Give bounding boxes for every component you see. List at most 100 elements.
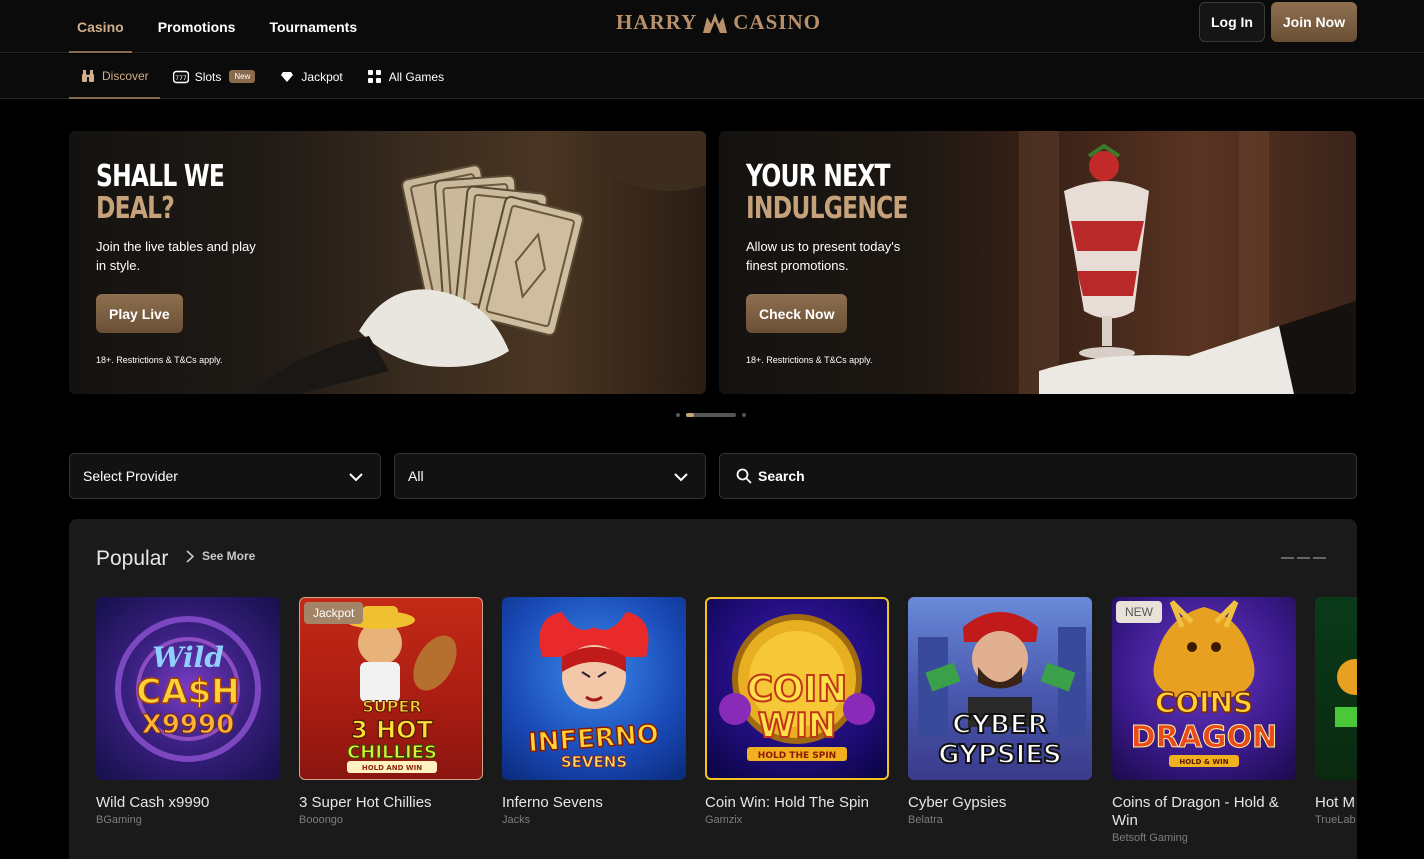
banner-terms: 18+. Restrictions & T&Cs apply. [746,355,873,365]
check-now-button[interactable]: Check Now [746,294,848,333]
search-icon [736,468,752,484]
game-title[interactable]: Coins of Dragon - Hold & Win [1112,794,1296,830]
game-title[interactable]: Coin Win: Hold The Spin [705,794,889,812]
svg-text:CYBER: CYBER [952,710,1048,740]
svg-text:SEVENS: SEVENS [561,753,627,771]
crown-crest-icon [703,13,728,33]
game-card[interactable]: Wild CA$H X9990 Wild Cash x9990 BGaming [96,597,280,826]
play-live-button[interactable]: Play Live [96,294,183,333]
game-art: COIN WIN HOLD THE SPIN [719,614,875,761]
game-provider: Booongo [299,814,344,826]
game-card[interactable]: Hot M TrueLab [1315,597,1357,826]
game-thumbnail[interactable]: SUPER 3 HOT CHILLIES HOLD AND WIN Jackpo… [299,597,483,780]
game-title[interactable]: Inferno Sevens [502,794,686,812]
banner-title-line1: SHALL WE [96,159,225,194]
game-thumbnail[interactable] [1315,597,1357,780]
game-title[interactable]: Wild Cash x9990 [96,794,280,812]
svg-text:Wild: Wild [152,641,224,674]
subnav-discover[interactable]: Discover [69,54,160,99]
game-art: Wild CA$H X9990 [115,616,261,762]
svg-text:HOLD AND WIN: HOLD AND WIN [362,764,422,772]
jackpot-badge: Jackpot [304,602,364,624]
svg-text:HOLD & WIN: HOLD & WIN [1179,758,1228,766]
carousel-pager[interactable] [1281,557,1329,559]
banner-title: YOUR NEXT INDULGENCE [746,161,909,226]
game-card[interactable]: CYBER GYPSIES Cyber Gypsies Belatra [908,597,1092,826]
game-provider: Jacks [502,814,531,826]
subnav-jackpot[interactable]: Jackpot [268,54,353,99]
slot-machine-icon: 777 [172,69,189,85]
game-thumbnail[interactable]: COINS DRAGON HOLD & WIN NEW [1112,597,1296,780]
login-button[interactable]: Log In [1199,2,1265,42]
game-provider: Betsoft Gaming [1112,832,1188,844]
subnav-all-games[interactable]: All Games [356,54,455,99]
banner-title-line2: INDULGENCE [746,191,909,226]
join-now-button[interactable]: Join Now [1271,2,1357,42]
grid-icon [367,69,383,85]
live-casino-banner[interactable]: SHALL WE DEAL? Join the live tables and … [69,131,706,394]
game-thumbnail[interactable]: INFERNO SEVENS [502,597,686,780]
binoculars-icon [80,68,96,84]
game-thumbnail[interactable]: COIN WIN HOLD THE SPIN [705,597,889,780]
game-card[interactable]: COIN WIN HOLD THE SPIN Coin Win: Hold Th… [705,597,889,826]
game-thumbnail[interactable]: Wild CA$H X9990 [96,597,280,780]
carousel-dot[interactable] [676,413,680,417]
game-card[interactable]: INFERNO SEVENS Inferno Sevens Jacks [502,597,686,826]
svg-text:CHILLIES: CHILLIES [347,742,437,763]
banner-description: Allow us to present today's finest promo… [746,239,901,273]
game-carousel: Wild CA$H X9990 Wild Cash x9990 BGaming … [96,597,1357,859]
carousel-indicator [676,413,752,417]
banner-description: Join the live tables and play in style. [96,239,256,273]
subnav-label: All Games [388,69,445,84]
brand-logo[interactable]: HARRY CASINO [616,9,821,35]
game-art: SUPER 3 HOT CHILLIES HOLD AND WIN [345,606,457,773]
popular-section: Popular See More Wild CA$H X9990 Wild Ca… [69,519,1357,859]
svg-text:WIN: WIN [758,706,837,746]
main-nav: Casino Promotions Tournaments [69,0,383,53]
game-title[interactable]: 3 Super Hot Chillies [299,794,483,812]
subnav-label: Discover [102,68,149,83]
game-art [1335,659,1357,727]
search-placeholder: Search [758,468,805,484]
game-art: INFERNO SEVENS [526,612,661,771]
banner-title-line2: DEAL? [96,191,175,226]
svg-text:CA$H: CA$H [136,672,239,712]
game-thumbnail[interactable]: CYBER GYPSIES [908,597,1092,780]
chevron-right-icon [186,549,194,563]
svg-text:COIN: COIN [747,669,848,710]
see-more-link[interactable]: See More [186,549,255,563]
category-select[interactable]: All [394,453,706,499]
top-navbar: Casino Promotions Tournaments HARRY CASI… [0,0,1424,53]
nav-casino[interactable]: Casino [69,0,132,53]
banner-terms: 18+. Restrictions & T&Cs apply. [96,355,223,365]
game-title[interactable]: Cyber Gypsies [908,794,1092,812]
new-badge: NEW [1116,601,1162,623]
diamond-icon [279,69,295,85]
search-input[interactable]: Search [719,453,1357,499]
nav-tournaments[interactable]: Tournaments [261,0,365,53]
svg-text:DRAGON: DRAGON [1131,720,1277,755]
game-provider: TrueLab [1315,814,1356,826]
see-more-label: See More [202,549,256,563]
provider-select[interactable]: Select Provider [69,453,381,499]
svg-text:COINS: COINS [1155,686,1253,719]
sub-navbar: Discover 777 Slots New Jackpot All Games [0,54,1424,99]
svg-text:SUPER: SUPER [362,697,422,716]
provider-select-value: Select Provider [83,468,178,484]
svg-text:GYPSIES: GYPSIES [938,740,1062,770]
game-provider: Gamzix [705,814,743,826]
game-card[interactable]: SUPER 3 HOT CHILLIES HOLD AND WIN Jackpo… [299,597,483,826]
svg-text:777: 777 [175,75,187,82]
game-card[interactable]: COINS DRAGON HOLD & WIN NEW Coins of Dra… [1112,597,1296,844]
category-nav: Discover 777 Slots New Jackpot All Games [69,54,457,99]
carousel-dot[interactable] [742,413,746,417]
promotions-banner[interactable]: YOUR NEXT INDULGENCE Allow us to present… [719,131,1356,394]
game-provider: Belatra [908,814,943,826]
banner-title: SHALL WE DEAL? [96,159,225,226]
carousel-dot-active[interactable] [686,413,736,417]
svg-text:HOLD THE SPIN: HOLD THE SPIN [758,751,836,761]
subnav-slots[interactable]: 777 Slots New [162,54,267,99]
nav-promotions[interactable]: Promotions [150,0,244,53]
game-title[interactable]: Hot M [1315,794,1357,812]
section-title: Popular [96,547,169,570]
